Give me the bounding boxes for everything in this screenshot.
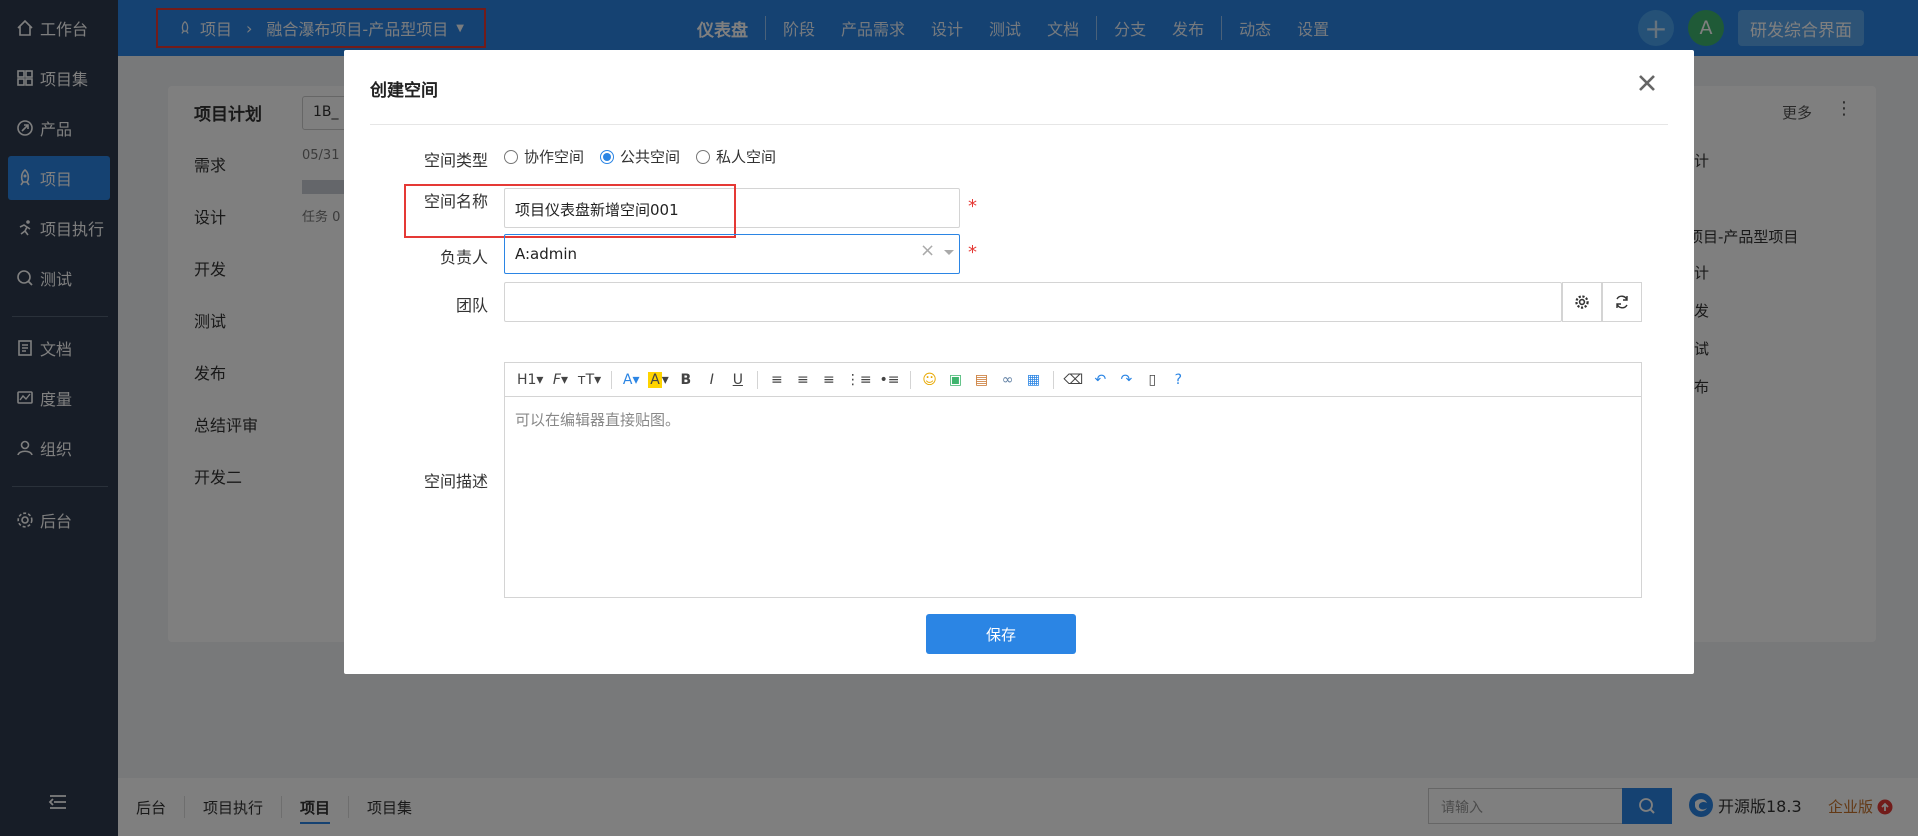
align-right-icon[interactable]: ≡: [818, 369, 840, 391]
editor-content-area[interactable]: 可以在编辑器直接贴图。: [505, 397, 1641, 442]
team-settings-button[interactable]: [1562, 282, 1602, 322]
image-icon[interactable]: ▣: [945, 369, 967, 391]
undo-icon[interactable]: ↶: [1089, 369, 1111, 391]
media-icon[interactable]: ▤: [971, 369, 993, 391]
space-type-option-private[interactable]: 私人空间: [696, 146, 776, 167]
eraser-icon[interactable]: ⌫: [1062, 369, 1086, 391]
align-center-icon[interactable]: ≡: [792, 369, 814, 391]
emoji-icon[interactable]: ☺: [919, 369, 941, 391]
highlight-color-icon[interactable]: A ▾: [646, 369, 671, 391]
editor-toolbar: H1▾ F ▾ тT▾ A▾ A ▾ B I U ≡ ≡ ≡ ⋮≡ •≡ ☺ ▣ ▤…: [505, 363, 1641, 397]
unordered-list-icon[interactable]: •≡: [878, 369, 902, 391]
description-label: 空间描述: [423, 472, 488, 491]
space-type-label: 空间类型: [423, 151, 488, 170]
help-icon[interactable]: ?: [1167, 369, 1189, 391]
refresh-icon: [1616, 295, 1628, 309]
space-type-option-collab[interactable]: 协作空间: [504, 146, 584, 167]
radio-label: 公共空间: [620, 148, 681, 166]
radio-button-selected[interactable]: [600, 149, 615, 164]
close-icon[interactable]: [1632, 68, 1662, 98]
redo-icon[interactable]: ↷: [1115, 369, 1137, 391]
font-color-icon[interactable]: A▾: [620, 369, 642, 391]
ordered-list-icon[interactable]: ⋮≡: [844, 369, 874, 391]
clear-icon[interactable]: ×: [920, 240, 935, 261]
radio-button[interactable]: [696, 149, 711, 164]
owner-label: 负责人: [439, 248, 488, 267]
space-type-radio-group: 协作空间 公共空间 私人空间: [504, 146, 788, 167]
gear-icon: [1575, 295, 1589, 309]
radio-button[interactable]: [504, 149, 518, 164]
font-family-icon[interactable]: F ▾: [549, 369, 571, 391]
toolbar-divider: [756, 370, 758, 389]
paste-icon[interactable]: ▯: [1141, 369, 1163, 391]
font-size-icon[interactable]: тT▾: [575, 369, 603, 391]
team-label: 团队: [455, 296, 488, 315]
toolbar-divider: [611, 370, 613, 389]
team-refresh-button[interactable]: [1602, 282, 1642, 322]
space-type-option-public[interactable]: 公共空间: [600, 146, 680, 167]
italic-icon[interactable]: I: [701, 369, 723, 391]
create-space-dialog: 创建空间 空间类型 协作空间 公共空间 私人空间 空间名称 项目仪表盘新增空间0…: [344, 50, 1694, 674]
dialog-title: 创建空间: [370, 81, 438, 101]
team-select[interactable]: [504, 282, 1562, 322]
underline-icon[interactable]: U: [727, 369, 749, 391]
rich-text-editor: H1▾ F ▾ тT▾ A▾ A ▾ B I U ≡ ≡ ≡ ⋮≡ •≡ ☺ ▣ ▤…: [504, 362, 1642, 598]
dialog-divider: [370, 124, 1668, 125]
bold-icon[interactable]: B: [675, 369, 697, 391]
link-icon[interactable]: ∞: [997, 369, 1019, 391]
save-button[interactable]: 保存: [926, 614, 1076, 654]
chevron-down-icon[interactable]: [944, 250, 954, 255]
radio-label: 私人空间: [716, 148, 777, 166]
radio-label: 协作空间: [524, 148, 585, 166]
table-icon[interactable]: ▦: [1023, 369, 1045, 391]
required-mark: *: [968, 196, 977, 217]
toolbar-divider: [1052, 370, 1054, 389]
heading-icon[interactable]: H1▾: [515, 369, 545, 391]
required-mark: *: [968, 242, 977, 263]
toolbar-divider: [909, 370, 911, 389]
owner-select[interactable]: A:admin: [504, 234, 960, 274]
align-left-icon[interactable]: ≡: [766, 369, 788, 391]
space-name-highlight-box: [404, 184, 736, 238]
